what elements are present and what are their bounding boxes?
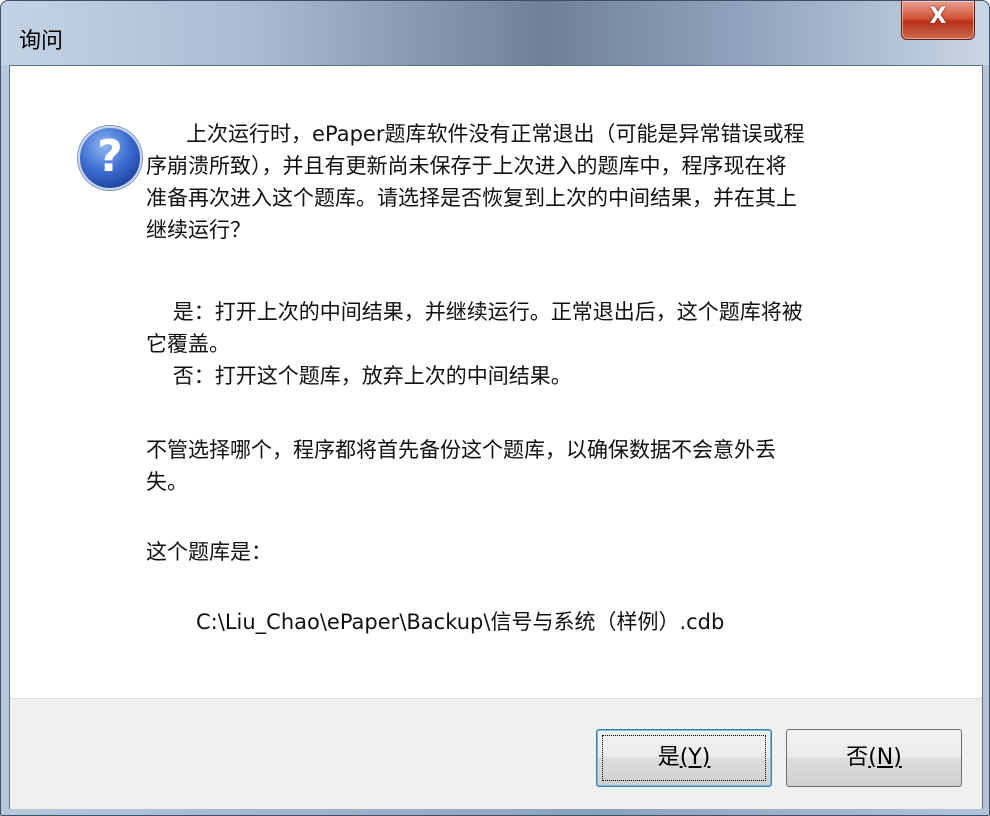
dialog-window: 询问 X ? 上次运行时，ePaper题库软件没有正常退出（可能是异常错误或程 … [0, 0, 990, 816]
yes-button[interactable]: 是(Y) [596, 729, 772, 787]
message-paragraph-4: 这个题库是： [146, 540, 272, 564]
close-icon: X [929, 4, 947, 29]
message-area: ? 上次运行时，ePaper题库软件没有正常退出（可能是异常错误或程 序崩溃所致… [10, 66, 982, 698]
message-paragraph-3: 不管选择哪个，程序都将首先备份这个题库，以确保数据不会意外丢 失。 [146, 438, 776, 494]
title-bar[interactable]: 询问 X [1, 1, 989, 65]
question-icon: ? [78, 126, 142, 190]
yes-button-accelerator: (Y) [679, 745, 711, 770]
message-paragraph-2: 是：打开上次的中间结果，并继续运行。正常退出后，这个题库将被 它覆盖。 否：打开… [146, 300, 803, 388]
yes-button-label: 是 [657, 745, 680, 770]
no-button[interactable]: 否(N) [786, 729, 962, 787]
database-path: C:\Liu_Chao\ePaper\Backup\信号与系统（样例）.cdb [196, 610, 725, 634]
close-button[interactable]: X [901, 1, 975, 40]
no-button-accelerator: (N) [868, 745, 902, 770]
dialog-client-area: ? 上次运行时，ePaper题库软件没有正常退出（可能是异常错误或程 序崩溃所致… [9, 65, 983, 809]
button-bar: 是(Y) 否(N) [10, 698, 982, 809]
no-button-label: 否 [846, 745, 869, 770]
message-paragraph-1: 上次运行时，ePaper题库软件没有正常退出（可能是异常错误或程 序崩溃所致），… [146, 122, 805, 242]
dialog-title: 询问 [19, 29, 64, 54]
question-mark-glyph: ? [97, 131, 123, 182]
